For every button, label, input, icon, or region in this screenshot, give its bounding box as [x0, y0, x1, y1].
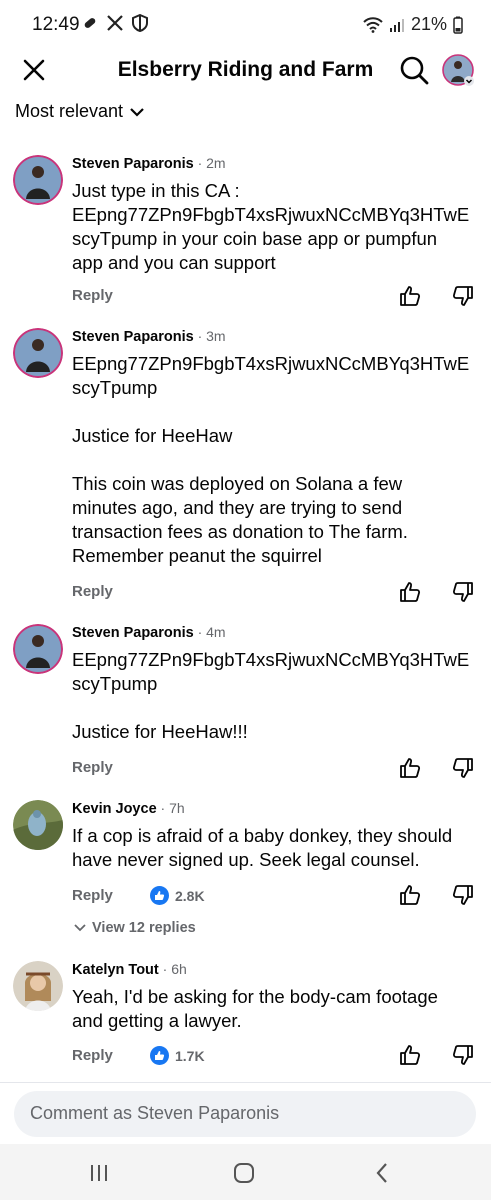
- x-logo-icon: [107, 15, 123, 31]
- status-bar: 12:49 21%: [0, 0, 491, 52]
- comment-time: 2m: [206, 155, 226, 171]
- comment-time: 4m: [206, 624, 226, 640]
- view-replies-button[interactable]: View 12 replies: [74, 920, 196, 936]
- reply-button[interactable]: Reply: [72, 887, 113, 904]
- like-count: 2.8K: [175, 887, 205, 904]
- like-reaction-icon: [150, 1046, 169, 1065]
- reply-button[interactable]: Reply: [72, 287, 113, 304]
- status-right: 21%: [363, 14, 463, 35]
- thumbs-up-icon[interactable]: [398, 1043, 422, 1067]
- comment-input[interactable]: Comment as Steven Paparonis: [14, 1091, 476, 1137]
- comment-text: If a cop is afraid of a baby donkey, the…: [72, 825, 453, 870]
- like-reaction-icon: [150, 886, 169, 905]
- avatar[interactable]: [13, 328, 63, 378]
- thumbs-down-icon[interactable]: [451, 580, 475, 604]
- avatar[interactable]: [13, 155, 63, 205]
- status-time: 12:49: [32, 14, 80, 35]
- header: Elsberry Riding and Farm: [0, 50, 491, 92]
- comment-time: 6h: [171, 961, 187, 977]
- thumbs-down-icon[interactable]: [451, 756, 475, 780]
- recent-apps-icon[interactable]: [86, 1160, 112, 1186]
- thumbs-down-icon[interactable]: [451, 284, 475, 308]
- wifi-icon: [363, 16, 383, 33]
- reply-button[interactable]: Reply: [72, 759, 113, 776]
- thumbs-up-icon[interactable]: [398, 284, 422, 308]
- status-notification-icons: [82, 14, 148, 32]
- shield-icon: [132, 14, 148, 32]
- comment-time: 7h: [169, 800, 185, 816]
- profile-avatar-icon[interactable]: [442, 54, 474, 86]
- comment-time: 3m: [206, 328, 226, 344]
- sort-dropdown[interactable]: Most relevant: [15, 101, 145, 122]
- thumbs-up-icon[interactable]: [398, 756, 422, 780]
- comment-author[interactable]: Steven Paparonis · 2m: [72, 155, 226, 172]
- comment-input-placeholder: Comment as Steven Paparonis: [30, 1103, 280, 1123]
- comment-text: EEpng77ZPn9FbgbT4xsRjwuxNCcMBYq3HTwE scy…: [72, 649, 470, 742]
- comment-author[interactable]: Steven Paparonis · 3m: [72, 328, 226, 345]
- reply-button[interactable]: Reply: [72, 583, 113, 600]
- chevron-down-icon: [130, 107, 144, 117]
- signal-icon: [389, 18, 404, 32]
- avatar[interactable]: [13, 800, 63, 850]
- comment-author[interactable]: Katelyn Tout · 6h: [72, 961, 187, 978]
- battery-percent: 21%: [410, 14, 447, 34]
- reply-button[interactable]: Reply: [72, 1047, 113, 1064]
- comment-composer-bar: Comment as Steven Paparonis: [0, 1082, 491, 1144]
- pill-icon: [84, 18, 96, 28]
- comment-author[interactable]: Steven Paparonis · 4m: [72, 624, 226, 641]
- comment-author[interactable]: Kevin Joyce · 7h: [72, 800, 185, 817]
- reaction-count[interactable]: 2.8K: [150, 886, 205, 905]
- thumbs-up-icon[interactable]: [398, 883, 422, 907]
- search-icon[interactable]: [398, 54, 430, 86]
- home-icon[interactable]: [231, 1160, 257, 1186]
- comment-text: EEpng77ZPn9FbgbT4xsRjwuxNCcMBYq3HTwE scy…: [72, 353, 470, 566]
- system-nav-bar: [0, 1144, 491, 1200]
- avatar[interactable]: [13, 624, 63, 674]
- like-count: 1.7K: [175, 1047, 205, 1064]
- battery-icon: [453, 16, 463, 34]
- sort-label: Most relevant: [15, 101, 124, 121]
- chevron-down-icon: [74, 924, 86, 932]
- comment-text: Yeah, I'd be asking for the body-cam foo…: [72, 986, 438, 1031]
- view-replies-label: View 12 replies: [92, 920, 196, 936]
- comment-text: Just type in this CA : EEpng77ZPn9FbgbT4…: [72, 180, 470, 273]
- back-icon[interactable]: [370, 1160, 396, 1186]
- reaction-count[interactable]: 1.7K: [150, 1046, 205, 1065]
- thumbs-down-icon[interactable]: [451, 883, 475, 907]
- thumbs-down-icon[interactable]: [451, 1043, 475, 1067]
- avatar[interactable]: [13, 961, 63, 1011]
- thumbs-up-icon[interactable]: [398, 580, 422, 604]
